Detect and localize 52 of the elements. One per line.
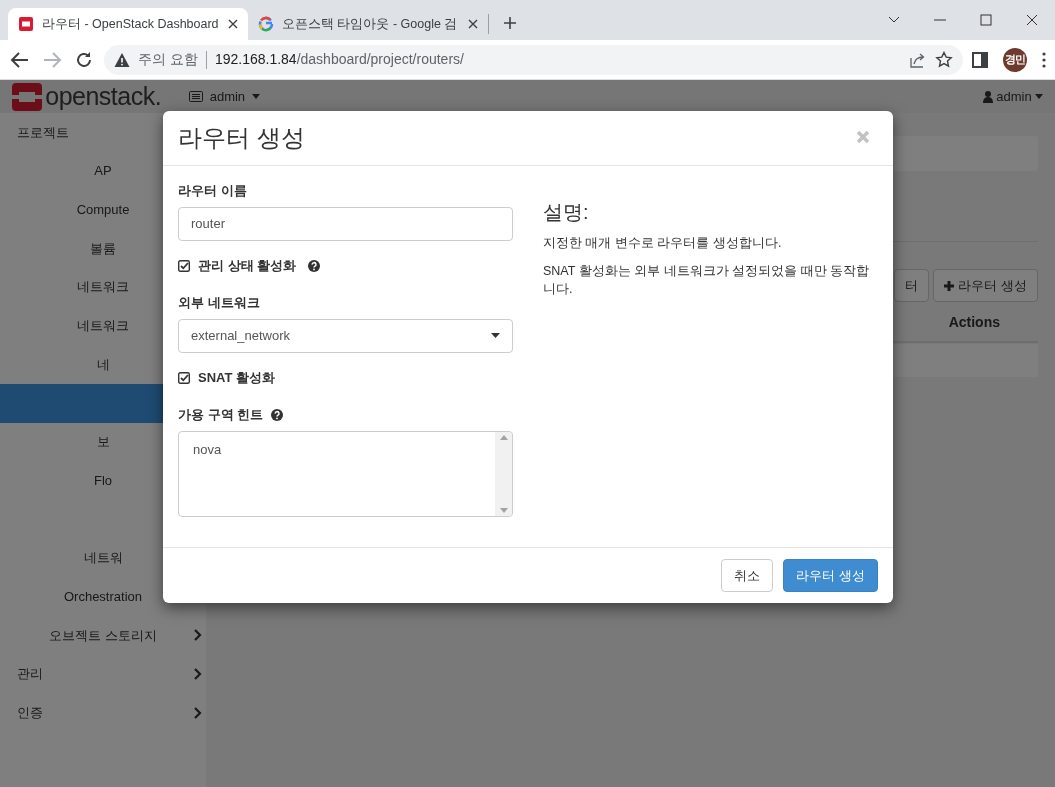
close-icon[interactable] [468, 19, 478, 29]
checkbox-label: 관리 상태 활성화 [198, 256, 297, 275]
sidebar-item[interactable]: 관리 [0, 654, 206, 694]
caret-icon [491, 333, 500, 339]
filter-button[interactable]: 터 [894, 269, 930, 302]
new-tab-icon[interactable] [503, 16, 517, 30]
profile-avatar[interactable]: 경민 [1003, 47, 1027, 72]
description-text: SNAT 활성화는 외부 네트워크가 설정되었을 때만 동작합니다. [543, 263, 871, 299]
address-bar[interactable]: 주의 요함 192.168.1.84/dashboard/project/routers/ [104, 44, 963, 75]
user-icon [983, 90, 994, 103]
google-logo-icon [258, 16, 274, 32]
logo-text[interactable]: openstack. [45, 84, 162, 109]
caret-icon [1035, 94, 1043, 99]
side-panel-icon[interactable] [971, 50, 989, 69]
warning-icon [114, 51, 130, 68]
star-icon[interactable] [935, 50, 953, 69]
maximize-icon[interactable] [980, 14, 992, 26]
checkbox-label: SNAT 활성화 [198, 368, 276, 387]
sidebar-item[interactable]: 오브젝트 스토리지 [0, 615, 206, 655]
checkbox[interactable] [178, 259, 190, 272]
field-label: 라우터 이름 [178, 182, 247, 201]
field-label: 외부 네트워크 [178, 294, 260, 313]
openstack-logo-icon [18, 16, 34, 32]
dialog-title: 라우터 생성 [178, 123, 306, 153]
user-dropdown[interactable]: admin [983, 86, 1043, 107]
checkbox[interactable] [178, 371, 190, 384]
description-text: 지정한 매개 변수로 라우터를 생성합니다. [543, 235, 783, 253]
name-input[interactable]: router [178, 206, 513, 241]
create-button[interactable]: 라우터 생성 [783, 558, 878, 592]
url-text[interactable]: 192.168.1.84/dashboard/project/routers/ [214, 49, 464, 70]
close-icon[interactable] [228, 19, 238, 29]
browser-tab[interactable]: 라우터 - OpenStack Dashboard [8, 8, 248, 40]
help-icon[interactable] [271, 409, 284, 422]
list-option[interactable]: nova [193, 439, 481, 460]
cancel-button[interactable]: 취소 [721, 558, 774, 592]
close-icon[interactable] [1026, 14, 1038, 26]
sidebar-item[interactable]: 인증 [0, 693, 206, 732]
openstack-logo-icon[interactable] [12, 82, 42, 111]
network-select[interactable]: external_network [178, 318, 513, 353]
help-icon[interactable] [308, 259, 321, 272]
project-dropdown[interactable]: admin [189, 86, 260, 107]
field-label: 가용 구역 힌트 [178, 406, 264, 425]
plus-icon [944, 280, 955, 291]
description-heading: 설명: [543, 200, 590, 225]
create-router-button[interactable]: 라우터 생성 [933, 269, 1038, 302]
more-icon[interactable] [1041, 50, 1047, 69]
list-icon [189, 91, 204, 102]
column-header: Actions [948, 313, 1000, 332]
security-label[interactable]: 주의 요함 [138, 49, 198, 70]
caret-icon [251, 94, 260, 99]
zone-listbox[interactable]: nova [178, 430, 513, 517]
browser-tab[interactable]: 오픈스택 타임아웃 - Google 검 [248, 8, 488, 40]
